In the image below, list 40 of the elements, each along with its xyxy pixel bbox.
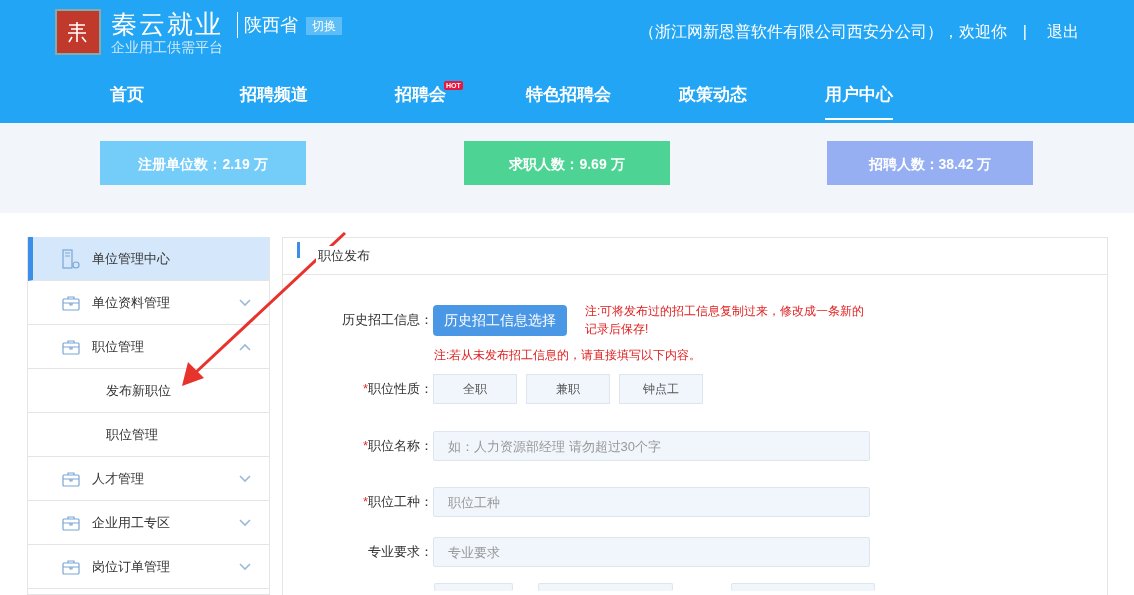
sidebar-label: 企业用工专区: [92, 513, 170, 532]
note-text: 注:可将发布过的招工信息复制过来，修改成一条新的记录后保存!: [585, 303, 865, 338]
sidebar-label: 单位资料管理: [92, 293, 170, 312]
input-field[interactable]: [434, 583, 513, 591]
logo-icon: [55, 9, 101, 55]
briefcase-icon: [62, 470, 82, 487]
briefcase-icon: [62, 338, 82, 355]
input-field[interactable]: 如：人力资源部经理 请勿超过30个字: [433, 431, 870, 461]
sidebar-label: 发布新职位: [106, 381, 171, 400]
province-label: 陕西省: [244, 14, 298, 37]
briefcase-icon: [62, 294, 82, 311]
separator: |: [1022, 22, 1027, 42]
field-label: *职位名称：: [361, 437, 433, 456]
site-subtitle: 企业用工供需平台: [111, 39, 223, 55]
stat-card: 求职人数：9.69 万: [464, 141, 670, 185]
input-field[interactable]: 职位工种: [433, 487, 870, 517]
option-button[interactable]: 全职: [433, 374, 517, 404]
briefcase-icon: [62, 514, 82, 531]
field-label: 专业要求：: [367, 543, 433, 562]
sidebar-label: 岗位订单管理: [92, 557, 170, 576]
input-field[interactable]: [731, 583, 875, 591]
input-field[interactable]: [538, 583, 673, 591]
field-label: 历史招工信息：: [341, 311, 433, 330]
briefcase-icon: [62, 558, 82, 575]
site-title: 秦云就业: [111, 9, 223, 39]
sidebar-label: 职位管理: [106, 425, 158, 444]
input-field[interactable]: 专业要求: [433, 537, 870, 567]
sidebar-label: 人才管理: [92, 469, 144, 488]
stat-card: 注册单位数：2.19 万: [100, 141, 306, 185]
sidebar-item[interactable]: 单位管理中心: [28, 237, 269, 281]
field-label: *职位工种：: [361, 493, 433, 512]
note-text: 注:若从未发布招工信息的，请直接填写以下内容。: [434, 347, 702, 364]
sidebar-label: 单位管理中心: [92, 249, 170, 268]
option-button[interactable]: 钟点工: [619, 374, 703, 404]
stat-card: 招聘人数：38.42 万: [827, 141, 1033, 185]
building-icon: [62, 248, 82, 269]
option-button[interactable]: 兼职: [526, 374, 610, 404]
field-label: *职位性质：: [361, 380, 433, 399]
welcome-text: （浙江网新恩普软件有限公司西安分公司），欢迎你: [638, 22, 1007, 42]
sidebar-label: 职位管理: [92, 337, 144, 356]
